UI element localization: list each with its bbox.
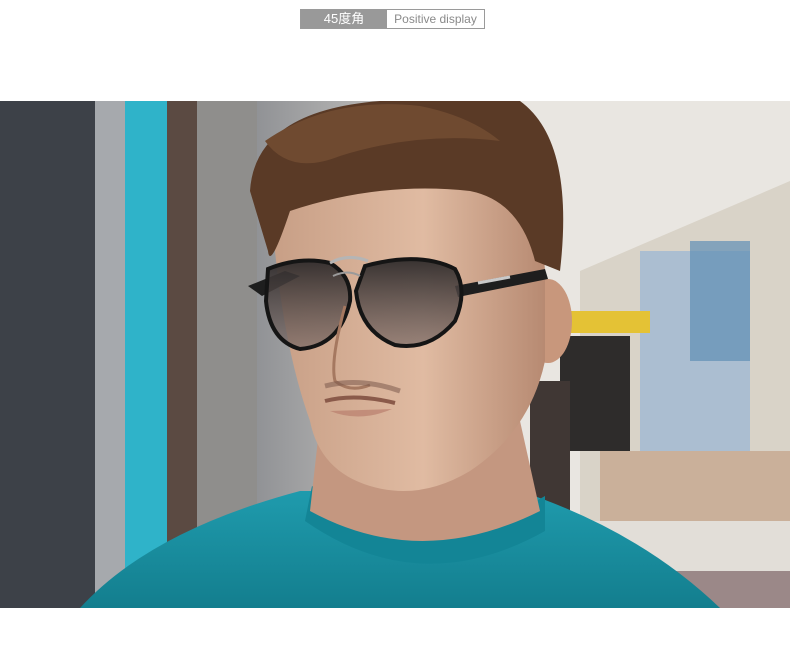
model-wearing-sunglasses-image: [0, 101, 790, 608]
view-angle-tag: 45度角 Positive display: [300, 9, 485, 29]
view-label: Positive display: [387, 10, 484, 28]
angle-label: 45度角: [301, 10, 387, 28]
product-photo: [0, 101, 790, 608]
